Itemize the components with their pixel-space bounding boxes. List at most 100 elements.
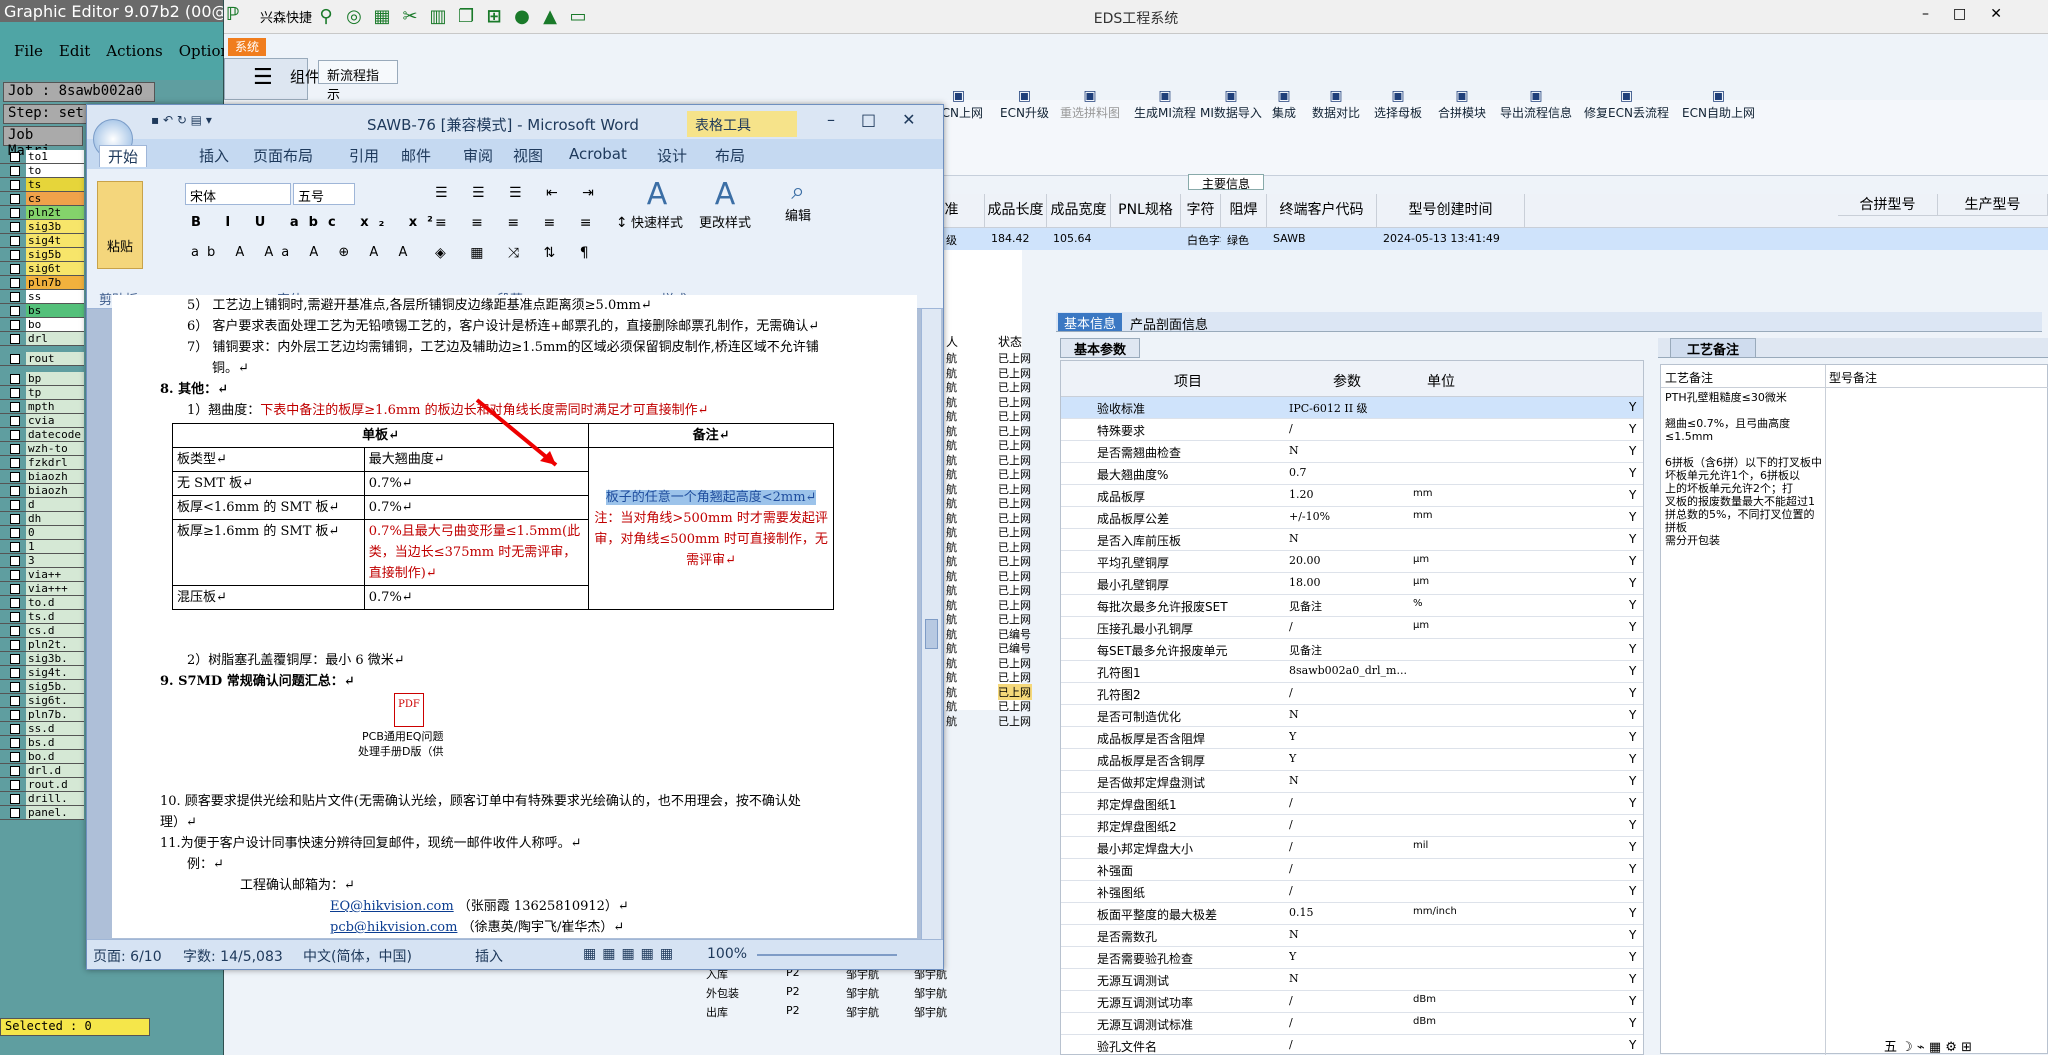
param-value[interactable]: / [1289,994,1407,1007]
layer-checkbox[interactable] [10,779,20,790]
ge-menu-file[interactable]: File [14,42,43,60]
word-tab[interactable]: 布局 [715,145,745,166]
param-row[interactable]: 是否入库前压板 N Y [1061,529,1643,551]
layer-checkbox[interactable] [10,277,20,288]
param-row[interactable]: 平均孔壁铜厚 20.00 µm Y [1061,551,1643,573]
layer-checkbox[interactable] [10,569,20,580]
ge-layer-row[interactable]: dh [0,512,84,526]
ge-layer-row[interactable]: biaozh [0,470,84,484]
paragraph-buttons[interactable]: ☰ ☰ ☰ ⇤ ⇥ [435,185,604,201]
layer-checkbox[interactable] [10,807,20,818]
layer-checkbox[interactable] [10,415,20,426]
layer-checkbox[interactable] [10,541,20,552]
param-row[interactable]: 是否可制造优化 N Y [1061,705,1643,727]
ribbon-button[interactable]: ▣ 导出流程信息 [1500,88,1572,121]
layer-checkbox[interactable] [10,681,20,692]
layer-checkbox[interactable] [10,179,20,190]
param-value[interactable]: IPC-6012 II 级 [1289,400,1407,416]
paste-button[interactable]: 粘贴 [97,181,143,269]
param-value[interactable]: +/-10% [1289,510,1407,523]
param-value[interactable]: 8sawb002a0_drl_m... [1289,664,1407,677]
layer-checkbox[interactable] [10,555,20,566]
tab-section-info[interactable]: 产品剖面信息 [1130,314,1208,333]
edit-button[interactable]: ⌕ 编辑 [767,177,829,247]
layer-checkbox[interactable] [10,709,20,720]
param-row[interactable]: 每SET最多允许报废单元 见备注 Y [1061,639,1643,661]
ge-layer-row[interactable]: wzh-to [0,442,84,456]
param-value[interactable]: / [1289,796,1407,809]
shading-buttons[interactable]: ◈ ▦ ⤨ ⇅ ¶ [435,245,599,261]
grid-col-header[interactable]: 型号创建时间 [1377,194,1525,228]
layer-checkbox[interactable] [10,751,20,762]
layer-checkbox[interactable] [10,583,20,594]
param-row[interactable]: 是否需数孔 N Y [1061,925,1643,947]
layer-checkbox[interactable] [10,765,20,776]
param-row[interactable]: 最小孔壁铜厚 18.00 µm Y [1061,573,1643,595]
ge-layer-row[interactable]: bo.d [0,750,84,764]
param-value[interactable]: N [1289,444,1407,457]
ge-layer-row[interactable]: drl [0,332,84,346]
param-row[interactable]: 成品板厚是否含铜厚 Y Y [1061,749,1643,771]
layer-checkbox[interactable] [10,499,20,510]
format-buttons[interactable]: B I U abc x₂ x² [191,215,443,230]
param-row[interactable]: 是否做邦定焊盘测试 N Y [1061,771,1643,793]
param-row[interactable]: 补强面 / Y [1061,859,1643,881]
ribbon-button[interactable]: ▣ MI数据导入 [1200,88,1262,121]
doc-scrollbar[interactable] [921,309,941,941]
quick-access-toolbar[interactable]: ▪ ↶ ↻ ▤ ▾ [151,113,212,127]
word-tab[interactable]: 页面布局 [253,145,313,166]
param-value[interactable]: N [1289,774,1407,787]
param-row[interactable]: 成品板厚公差 +/-10% mm Y [1061,507,1643,529]
status-lang[interactable]: 中文(简体，中国) [303,946,412,966]
param-value[interactable]: N [1289,928,1407,941]
param-value[interactable]: / [1289,620,1407,633]
ge-layer-row[interactable]: 1 [0,540,84,554]
grid-col-header[interactable]: 字符 [1181,194,1221,228]
param-row[interactable]: 每批次最多允许报废SET 见备注% Y [1061,595,1643,617]
system-tray[interactable]: 五 ☽ ⌁ ▦ ⚙ ⊞ [1884,1036,1972,1055]
ge-layer-row[interactable]: to.d [0,596,84,610]
param-value[interactable]: N [1289,708,1407,721]
layer-checkbox[interactable] [10,723,20,734]
align-buttons[interactable]: ≡ ≡ ≡ ≡ ≡ ↕ [435,215,638,231]
ge-layer-row[interactable]: sig3b. [0,652,84,666]
ge-layer-row[interactable]: ss.d [0,722,84,736]
ge-layer-row[interactable]: via+++ [0,582,84,596]
param-row[interactable]: 板面平整度的最大极差 0.15 mm/inch Y [1061,903,1643,925]
param-value[interactable]: Y [1289,752,1407,765]
ge-layer-row[interactable]: sig4t [0,234,84,248]
layer-checkbox[interactable] [10,387,20,398]
ribbon-button[interactable]: ▣ 数据对比 [1312,88,1360,121]
layer-checkbox[interactable] [10,639,20,650]
layer-checkbox[interactable] [10,193,20,204]
window-controls[interactable]: –□✕ [1922,6,2026,22]
layer-checkbox[interactable] [10,151,20,162]
ge-layer-row[interactable]: biaozh [0,484,84,498]
param-row[interactable]: 孔符图2 / Y [1061,683,1643,705]
system-tab[interactable]: 系统 [228,38,266,56]
ge-layer-row[interactable]: pln7b. [0,708,84,722]
param-value[interactable]: 见备注 [1289,642,1407,658]
layer-checkbox[interactable] [10,485,20,496]
ge-layer-row[interactable]: to [0,164,84,178]
param-row[interactable]: 验收标准 IPC-6012 II 级 Y [1061,397,1643,419]
grid-col-header[interactable]: 终端客户代码 [1267,194,1377,228]
ribbon-button[interactable]: ▣ ECN升级 [1000,88,1049,121]
ge-layer-row[interactable]: bs [0,304,84,318]
param-value[interactable]: Y [1289,950,1407,963]
param-row[interactable]: 无源互调测试 N Y [1061,969,1643,991]
param-row[interactable]: 无源互调测试功率 / dBm Y [1061,991,1643,1013]
layer-checkbox[interactable] [10,737,20,748]
ge-layer-row[interactable]: rout [0,352,84,366]
word-tab[interactable]: 引用 [349,145,379,166]
ge-layer-row[interactable]: rout.d [0,778,84,792]
param-value[interactable]: 0.7 [1289,466,1407,479]
word-tab[interactable]: 设计 [657,145,687,166]
status-page[interactable]: 页面: 6/10 [93,946,162,966]
zoom-slider[interactable] [757,954,897,956]
ge-layer-row[interactable]: 0 [0,526,84,540]
ribbon-button[interactable]: ▣ 合拼模块 [1438,88,1486,121]
param-value[interactable]: N [1289,972,1407,985]
layer-checkbox[interactable] [10,695,20,706]
ge-layer-row[interactable]: sig6t. [0,694,84,708]
